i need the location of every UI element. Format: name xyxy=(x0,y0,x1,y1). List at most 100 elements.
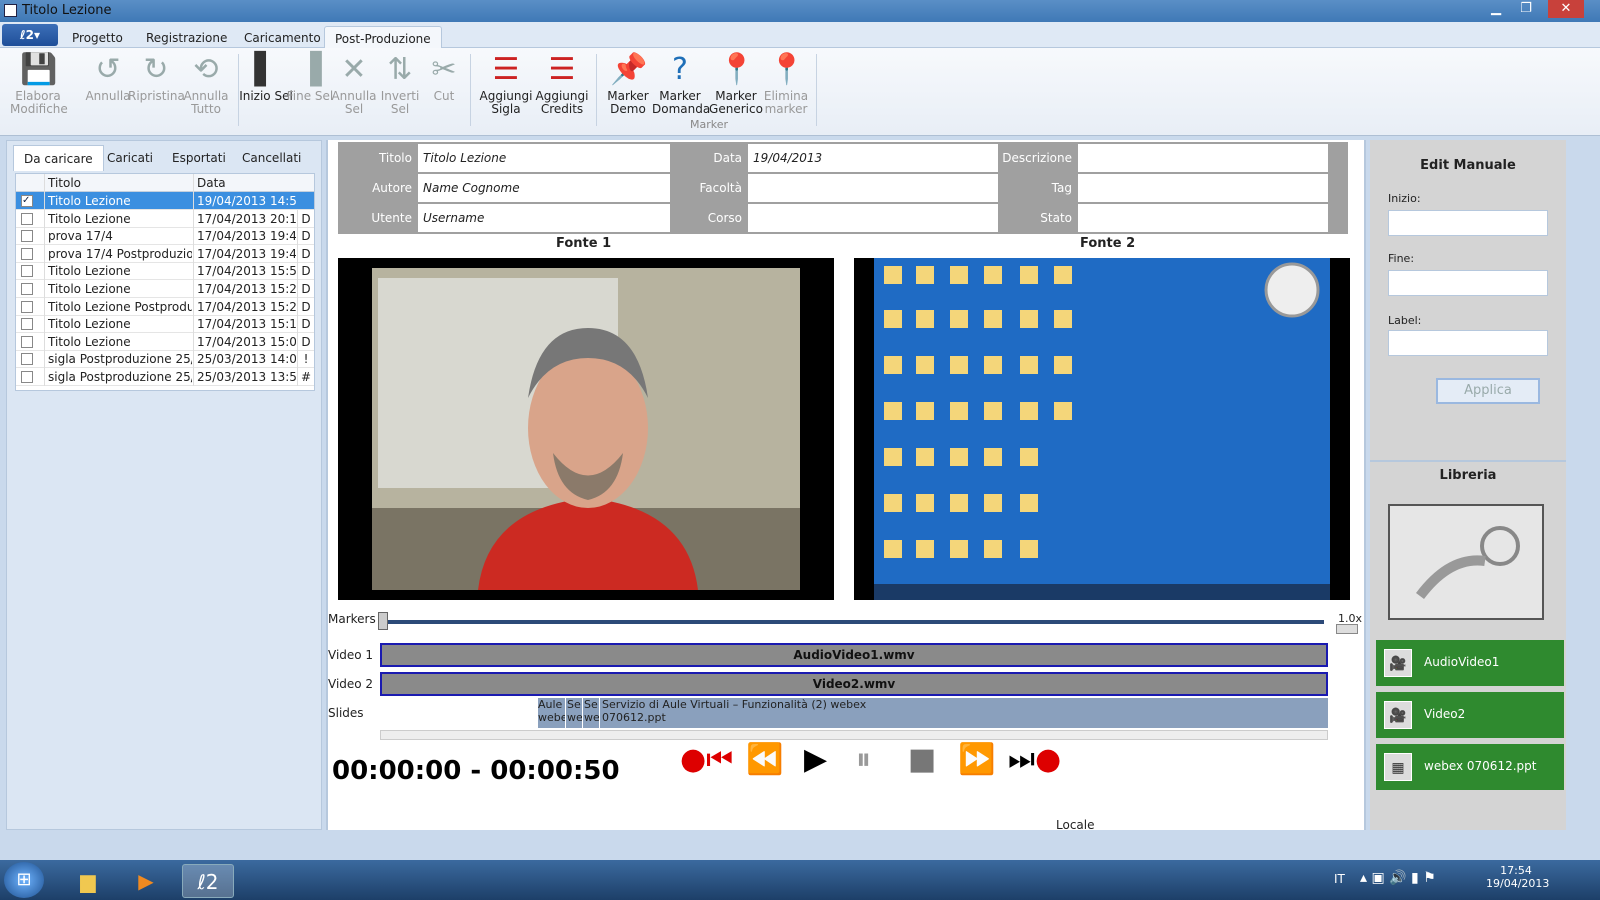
row-flag: D xyxy=(297,280,314,298)
row-checkbox[interactable] xyxy=(21,318,33,331)
column-header-titolo[interactable]: Titolo xyxy=(44,174,192,192)
goto-end-button[interactable]: ⏭● xyxy=(1008,742,1061,777)
ripristina-button[interactable]: ↻ Ripristina xyxy=(128,52,185,118)
playhead-handle[interactable] xyxy=(378,612,388,630)
play-icon: ▶ xyxy=(804,742,828,777)
timeline-scrollbar[interactable] xyxy=(380,730,1328,740)
fine-input[interactable] xyxy=(1388,270,1548,296)
app-menu-button[interactable]: ℓ2▾ xyxy=(2,24,58,46)
explorer-taskbar-button[interactable]: ▆ xyxy=(62,864,114,898)
data-field[interactable]: 19/04/2013 xyxy=(748,144,998,172)
fonte1-label: Fonte 1 xyxy=(556,236,612,251)
rewind-button[interactable]: ⏪ xyxy=(746,742,783,777)
minimize-button[interactable]: ▁ xyxy=(1482,0,1510,18)
cut-button[interactable]: ✂ Cut xyxy=(416,52,472,118)
autore-field[interactable]: Name Cognome xyxy=(418,174,670,202)
tab-caricati[interactable]: Caricati xyxy=(97,145,163,171)
library-item[interactable]: ▦ webex 070612.ppt xyxy=(1376,744,1564,790)
table-row[interactable]: Titolo Lezione 17/04/2013 20:12 D xyxy=(16,209,314,228)
row-flag: D xyxy=(297,244,314,263)
utente-field[interactable]: Username xyxy=(418,204,670,232)
stop-button[interactable]: ■ xyxy=(908,742,936,777)
ppt-file-icon: ▦ xyxy=(1384,753,1412,781)
row-checkbox[interactable] xyxy=(21,300,33,313)
slide-segment[interactable]: Se we xyxy=(584,698,600,728)
language-indicator[interactable]: IT xyxy=(1334,872,1345,886)
slide-segment[interactable]: Servizio di Aule Virtuali – Funzionalità… xyxy=(602,698,902,728)
tab-registrazione[interactable]: Registrazione xyxy=(136,26,237,48)
table-row[interactable]: Titolo Lezione 17/04/2013 15:22 D xyxy=(16,280,314,298)
row-checkbox[interactable]: ✓ xyxy=(21,195,33,207)
titolo-field[interactable]: Titolo Lezione xyxy=(418,144,670,172)
facolta-field[interactable] xyxy=(748,174,998,202)
aggiungi-sigla-button[interactable]: ☰ Aggiungi Sigla xyxy=(478,52,534,118)
slide-segment[interactable]: Aule webe xyxy=(538,698,566,728)
lessons-panel: Da caricare Caricati Esportati Cancellat… xyxy=(6,140,322,830)
play-button[interactable]: ▶ xyxy=(804,742,827,777)
slides-track[interactable]: Aule webe Se we Se we Servizio di Aule V… xyxy=(538,698,1328,728)
restore-button[interactable]: ❐ xyxy=(1512,0,1540,18)
video1-track[interactable]: AudioVideo1.wmv xyxy=(380,643,1328,667)
library-item[interactable]: 🎥 AudioVideo1 xyxy=(1376,640,1564,686)
marker-domanda-button[interactable]: ? Marker Domanda xyxy=(652,52,710,118)
row-checkbox[interactable] xyxy=(21,353,33,366)
tag-field[interactable] xyxy=(1078,174,1328,202)
label-input[interactable] xyxy=(1388,330,1548,356)
tray-icons[interactable]: ▴ ▣ 🔊 ▮ ⚑ xyxy=(1360,870,1436,886)
table-row[interactable]: Titolo Lezione 17/04/2013 15:06 D xyxy=(16,332,314,351)
applica-button[interactable]: Applica xyxy=(1436,378,1540,404)
video2-track[interactable]: Video2.wmv xyxy=(380,672,1328,696)
markers-track[interactable] xyxy=(380,620,1324,624)
inizio-input[interactable] xyxy=(1388,210,1548,236)
fast-forward-button[interactable]: ⏩ xyxy=(958,742,995,777)
column-header-data[interactable]: Data xyxy=(193,174,296,192)
button-label: Inverti Sel xyxy=(380,89,420,116)
start-button[interactable]: ⊞ xyxy=(4,862,44,898)
library-item[interactable]: 🎥 Video2 xyxy=(1376,692,1564,738)
marker-generico-button[interactable]: 📍 Marker Generico xyxy=(708,52,764,118)
tab-esportati[interactable]: Esportati xyxy=(162,145,236,171)
row-date: 19/04/2013 14:53 xyxy=(193,192,296,210)
row-checkbox[interactable] xyxy=(21,371,33,383)
tab-post-produzione[interactable]: Post-Produzione xyxy=(324,26,442,48)
clock[interactable]: 17:54 19/04/2013 xyxy=(1486,864,1549,890)
table-row[interactable]: Titolo Lezione 17/04/2013 15:13 D xyxy=(16,315,314,334)
row-checkbox[interactable] xyxy=(21,265,33,278)
slide-segment[interactable]: Se we xyxy=(567,698,583,728)
camera-icon: 🎥 xyxy=(1384,701,1412,729)
corso-field[interactable] xyxy=(748,204,998,232)
marker-demo-button[interactable]: 📌 Marker Demo xyxy=(600,52,656,118)
stato-field[interactable] xyxy=(1078,204,1328,232)
table-row[interactable]: ✓ Titolo Lezione 19/04/2013 14:53 xyxy=(16,192,314,210)
row-checkbox[interactable] xyxy=(21,283,33,295)
descrizione-field[interactable] xyxy=(1078,144,1328,172)
speed-slider[interactable] xyxy=(1336,624,1358,634)
row-checkbox[interactable] xyxy=(21,212,33,225)
goto-start-button[interactable]: ●⏮ xyxy=(680,742,733,777)
row-checkbox[interactable] xyxy=(21,230,33,243)
table-row[interactable]: prova 17/4 17/04/2013 19:42 D xyxy=(16,227,314,246)
row-checkbox[interactable] xyxy=(21,335,33,348)
tab-da-caricare[interactable]: Da caricare xyxy=(13,145,104,171)
table-row[interactable]: sigla Postproduzione 25/0325/03/2013 14:… xyxy=(16,350,314,369)
annulla-tutto-button[interactable]: ⟲ Annulla Tutto xyxy=(178,52,234,118)
table-row[interactable]: sigla Postproduzione 25/0325/03/2013 13:… xyxy=(16,368,314,386)
tab-caricamento[interactable]: Caricamento xyxy=(234,26,331,48)
table-row[interactable]: Titolo Lezione Postproduzi 17/04/2013 15:… xyxy=(16,297,314,316)
library-item-name: Video2 xyxy=(1424,707,1466,721)
table-row[interactable]: prova 17/4 Postproduzione17/04/2013 19:4… xyxy=(16,244,314,263)
tab-cancellati[interactable]: Cancellati xyxy=(232,145,311,171)
pause-button[interactable]: ⏸ xyxy=(856,742,871,777)
video-source-2[interactable] xyxy=(854,258,1350,600)
app-taskbar-button[interactable]: ℓ2 xyxy=(182,864,234,898)
aggiungi-credits-button[interactable]: ☰ Aggiungi Credits xyxy=(534,52,590,118)
row-checkbox[interactable] xyxy=(21,247,33,260)
elimina-marker-button[interactable]: 📍 Elimina marker xyxy=(758,52,814,118)
close-button[interactable]: ✕ xyxy=(1548,0,1584,18)
media-player-taskbar-button[interactable]: ▶ xyxy=(120,864,172,898)
table-row[interactable]: Titolo Lezione 17/04/2013 15:55 D xyxy=(16,262,314,281)
button-label: Elabora Modifiche xyxy=(10,89,68,116)
tab-progetto[interactable]: Progetto xyxy=(62,26,133,48)
elabora-modifiche-button[interactable]: 💾 Elabora Modifiche xyxy=(10,52,68,118)
video-source-1[interactable] xyxy=(338,258,834,600)
